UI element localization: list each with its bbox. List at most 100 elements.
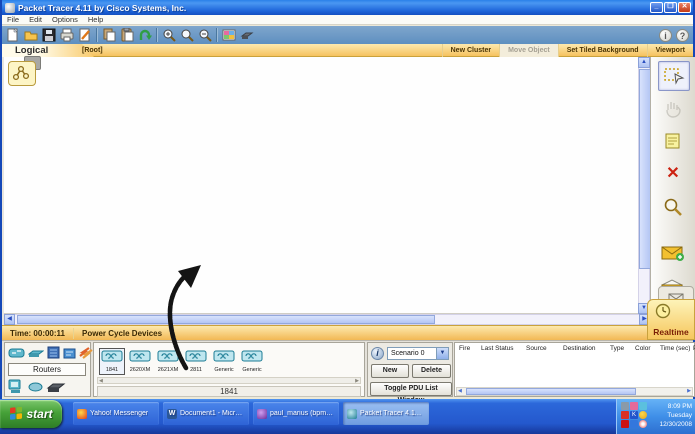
root-button[interactable]: [Root] — [78, 44, 107, 57]
delete-x-icon: ✕ — [666, 166, 679, 182]
tray-icon-2[interactable] — [630, 402, 638, 410]
add-simple-pdu-tool[interactable] — [658, 239, 688, 267]
scroll-left-arrow[interactable]: ◀ — [4, 314, 15, 325]
col-last-status[interactable]: Last Status — [481, 345, 526, 352]
routers-category-icon[interactable] — [8, 347, 25, 359]
device-model-generic-1[interactable]: Generic — [211, 348, 237, 375]
realtime-label: Realtime — [648, 327, 694, 337]
col-fire[interactable]: Fire — [455, 345, 481, 352]
undo-icon[interactable] — [136, 27, 154, 43]
zoom-out-icon[interactable] — [196, 27, 214, 43]
delete-scenario-button[interactable]: Delete — [412, 364, 451, 378]
activity-wizard-icon[interactable] — [76, 27, 94, 43]
canvas-vertical-scrollbar[interactable]: ▲ ▼ — [638, 57, 650, 314]
minimize-button[interactable]: _ — [650, 2, 663, 13]
taskbar-item-word-document[interactable]: W Document1 - Microsof... — [163, 402, 249, 425]
system-tray: K 8:09 PM Tuesday 12/30/2008 — [616, 399, 695, 434]
workspace-canvas[interactable] — [4, 57, 638, 314]
wan-emulation-category-icon[interactable] — [28, 381, 43, 392]
tray-icon-8[interactable] — [630, 420, 638, 428]
tray-icon-3[interactable] — [639, 402, 647, 410]
toolbar-separator — [156, 28, 158, 42]
model-scroll-left-arrow[interactable]: ◀ — [99, 378, 103, 384]
device-model-2620xm[interactable]: 2620XM — [127, 348, 153, 375]
start-button[interactable]: start — [0, 400, 62, 428]
col-destination[interactable]: Destination — [563, 345, 610, 352]
zoom-in-icon[interactable] — [160, 27, 178, 43]
hubs-category-icon[interactable] — [47, 346, 60, 359]
select-tool[interactable] — [658, 61, 690, 91]
wireless-category-icon[interactable] — [63, 346, 76, 359]
set-tiled-background-button[interactable]: Set Tiled Background — [558, 44, 647, 57]
pdu-scroll-right-arrow[interactable]: ▶ — [687, 388, 691, 394]
maximize-button[interactable]: ❐ — [664, 2, 677, 13]
tray-icon-6[interactable] — [639, 411, 647, 419]
move-object-button[interactable]: Move Object — [499, 44, 558, 57]
menu-help[interactable]: Help — [83, 15, 108, 24]
model-scroll-right-arrow[interactable]: ▶ — [355, 378, 359, 384]
device-model-generic-2[interactable]: Generic — [239, 348, 265, 375]
device-model-1841[interactable]: 1841 — [99, 348, 125, 375]
close-button[interactable]: ✕ — [678, 2, 691, 13]
title-bar[interactable]: Packet Tracer 4.11 by Cisco Systems, Inc… — [2, 0, 693, 15]
packet-tracer-icon — [347, 409, 357, 419]
paste-icon[interactable] — [118, 27, 136, 43]
scroll-up-arrow[interactable]: ▲ — [638, 57, 650, 68]
move-layout-tool[interactable] — [658, 94, 688, 122]
new-cluster-button[interactable]: New Cluster — [442, 44, 499, 57]
taskbar-item-yahoo-messenger[interactable]: Yahoo! Messenger — [73, 402, 159, 425]
menu-file[interactable]: File — [2, 15, 24, 24]
tray-icon-4[interactable] — [621, 411, 629, 419]
power-cycle-devices-button[interactable]: Power Cycle Devices — [74, 329, 170, 338]
new-file-icon[interactable] — [4, 27, 22, 43]
realtime-mode-tab[interactable]: Realtime — [647, 299, 695, 340]
tray-icon-9[interactable] — [639, 420, 647, 428]
new-scenario-button[interactable]: New — [371, 364, 409, 378]
menu-options[interactable]: Options — [47, 15, 83, 24]
chevron-down-icon[interactable]: ▼ — [436, 348, 448, 359]
topology-glyph — [12, 65, 30, 81]
toggle-pdu-list-button[interactable]: Toggle PDU List Window — [370, 382, 452, 396]
pdu-scroll-thumb[interactable] — [466, 388, 636, 395]
logical-workspace-icon[interactable] — [8, 58, 38, 85]
info-icon[interactable]: i — [659, 29, 672, 42]
scenario-info-icon[interactable]: i — [371, 347, 384, 360]
col-type[interactable]: Type — [610, 345, 635, 352]
col-source[interactable]: Source — [526, 345, 563, 352]
taskbar-clock[interactable]: 8:09 PM Tuesday 12/30/2008 — [648, 402, 692, 429]
col-color[interactable]: Color — [635, 345, 660, 352]
pdu-table-scrollbar[interactable]: ◀ ▶ — [456, 387, 693, 396]
inspect-tool[interactable] — [658, 193, 688, 221]
taskbar-item-chat-window[interactable]: paul_marius (bpm_0... — [253, 402, 339, 425]
viewport-button[interactable]: Viewport — [647, 44, 693, 57]
end-devices-category-icon[interactable] — [8, 379, 25, 394]
drawing-palette-icon[interactable] — [220, 27, 238, 43]
connections-category-icon[interactable] — [79, 346, 93, 359]
category-label: Routers — [8, 363, 86, 376]
delete-tool[interactable]: ✕ — [658, 160, 688, 188]
place-note-tool[interactable] — [658, 127, 688, 155]
help-icon[interactable]: ? — [676, 29, 689, 42]
taskbar-item-packet-tracer[interactable]: Packet Tracer 4.11 b... — [343, 402, 429, 425]
tray-icon-5[interactable]: K — [630, 411, 638, 419]
menu-bar: File Edit Options Help — [2, 15, 693, 25]
tray-icon-1[interactable] — [621, 402, 629, 410]
menu-edit[interactable]: Edit — [24, 15, 47, 24]
save-icon[interactable] — [40, 27, 58, 43]
scenario-select[interactable]: Scenario 0 ▼ — [387, 347, 449, 360]
switches-category-icon[interactable] — [28, 347, 44, 359]
device-model-2621xm[interactable]: 2621XM — [155, 348, 181, 375]
custom-devices-category-icon[interactable] — [46, 380, 66, 394]
col-time-sec[interactable]: Time (sec) — [660, 345, 693, 352]
pdu-scroll-left-arrow[interactable]: ◀ — [458, 388, 462, 394]
horizontal-scroll-thumb[interactable] — [17, 315, 435, 324]
copy-icon[interactable] — [100, 27, 118, 43]
open-file-icon[interactable] — [22, 27, 40, 43]
custom-devices-icon[interactable] — [238, 27, 256, 43]
canvas-horizontal-scrollbar[interactable]: ◀ ▶ — [4, 314, 650, 325]
tray-icon-7[interactable] — [621, 420, 629, 428]
device-model-2811[interactable]: 2811 — [183, 348, 209, 375]
model-scrollbar[interactable]: ◀ ▶ — [97, 377, 361, 384]
print-icon[interactable] — [58, 27, 76, 43]
zoom-reset-icon[interactable] — [178, 27, 196, 43]
